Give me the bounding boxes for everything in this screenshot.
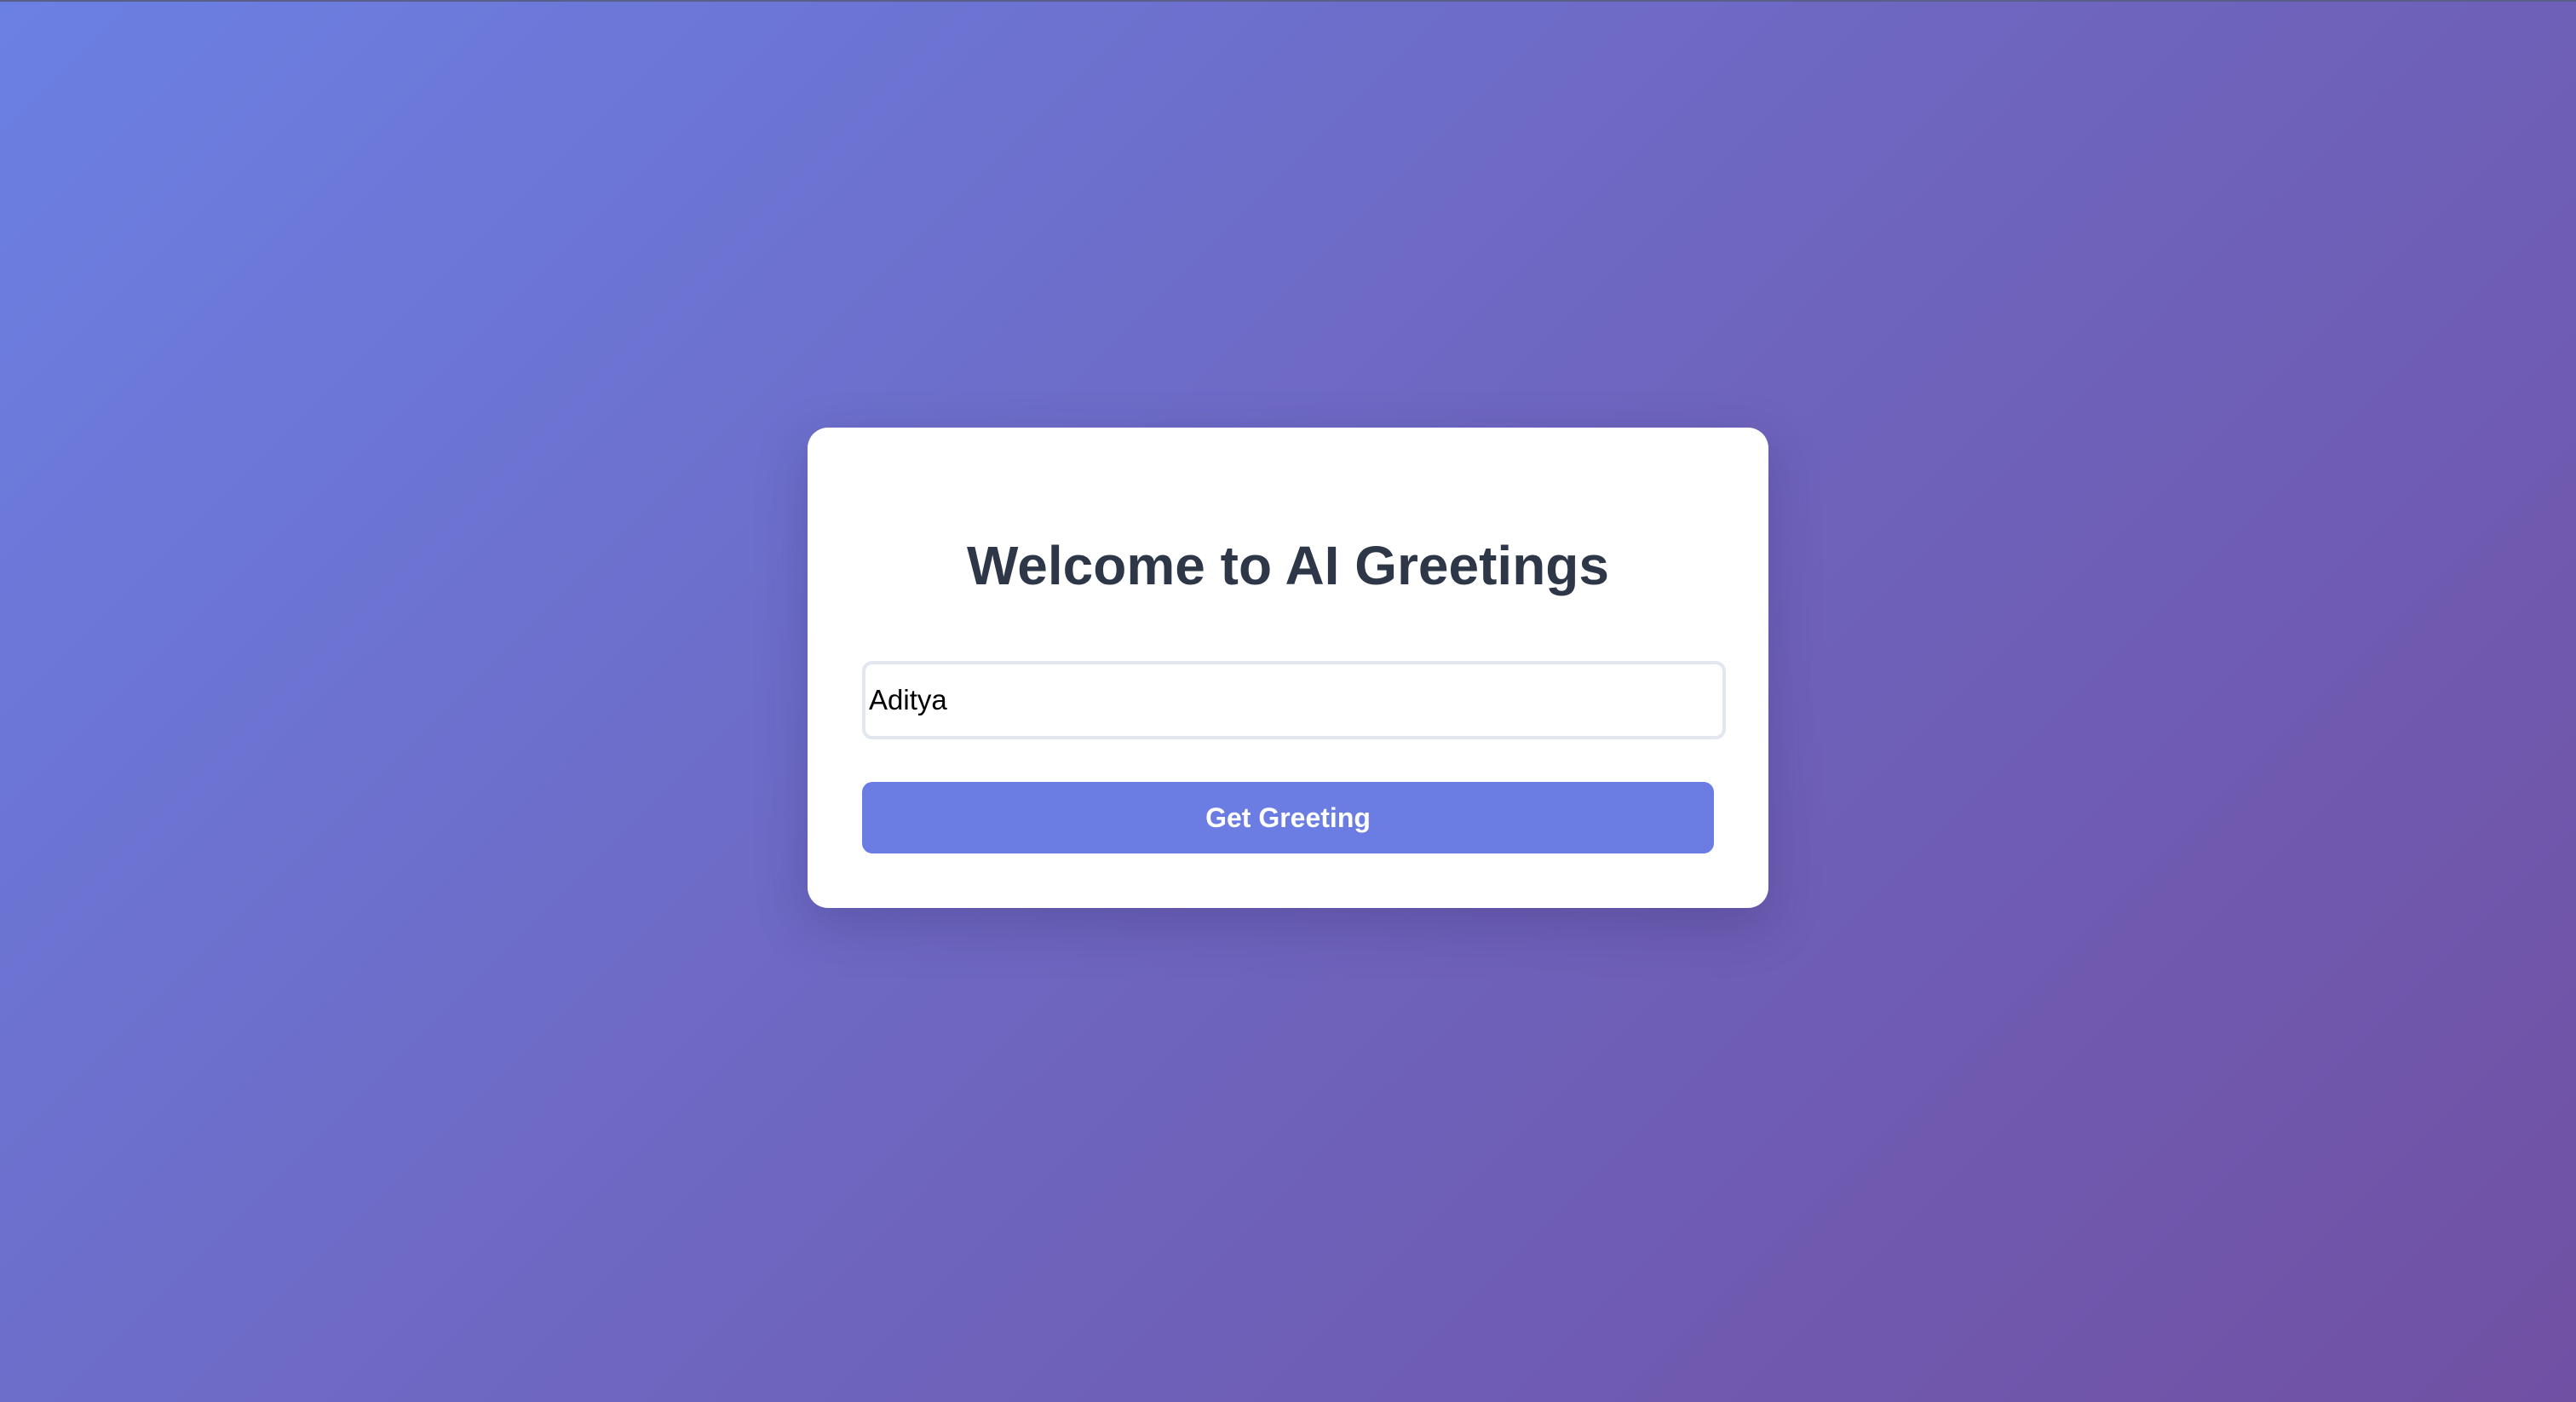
window-top-border [0,0,2576,2]
name-input[interactable] [862,661,1726,739]
page-background: { "card": { "title": "Welcome to AI Gree… [0,0,2576,1402]
card-title: Welcome to AI Greetings [967,535,1609,596]
get-greeting-button[interactable]: Get Greeting [862,782,1714,853]
greeting-card: Welcome to AI Greetings Get Greeting [808,428,1768,908]
